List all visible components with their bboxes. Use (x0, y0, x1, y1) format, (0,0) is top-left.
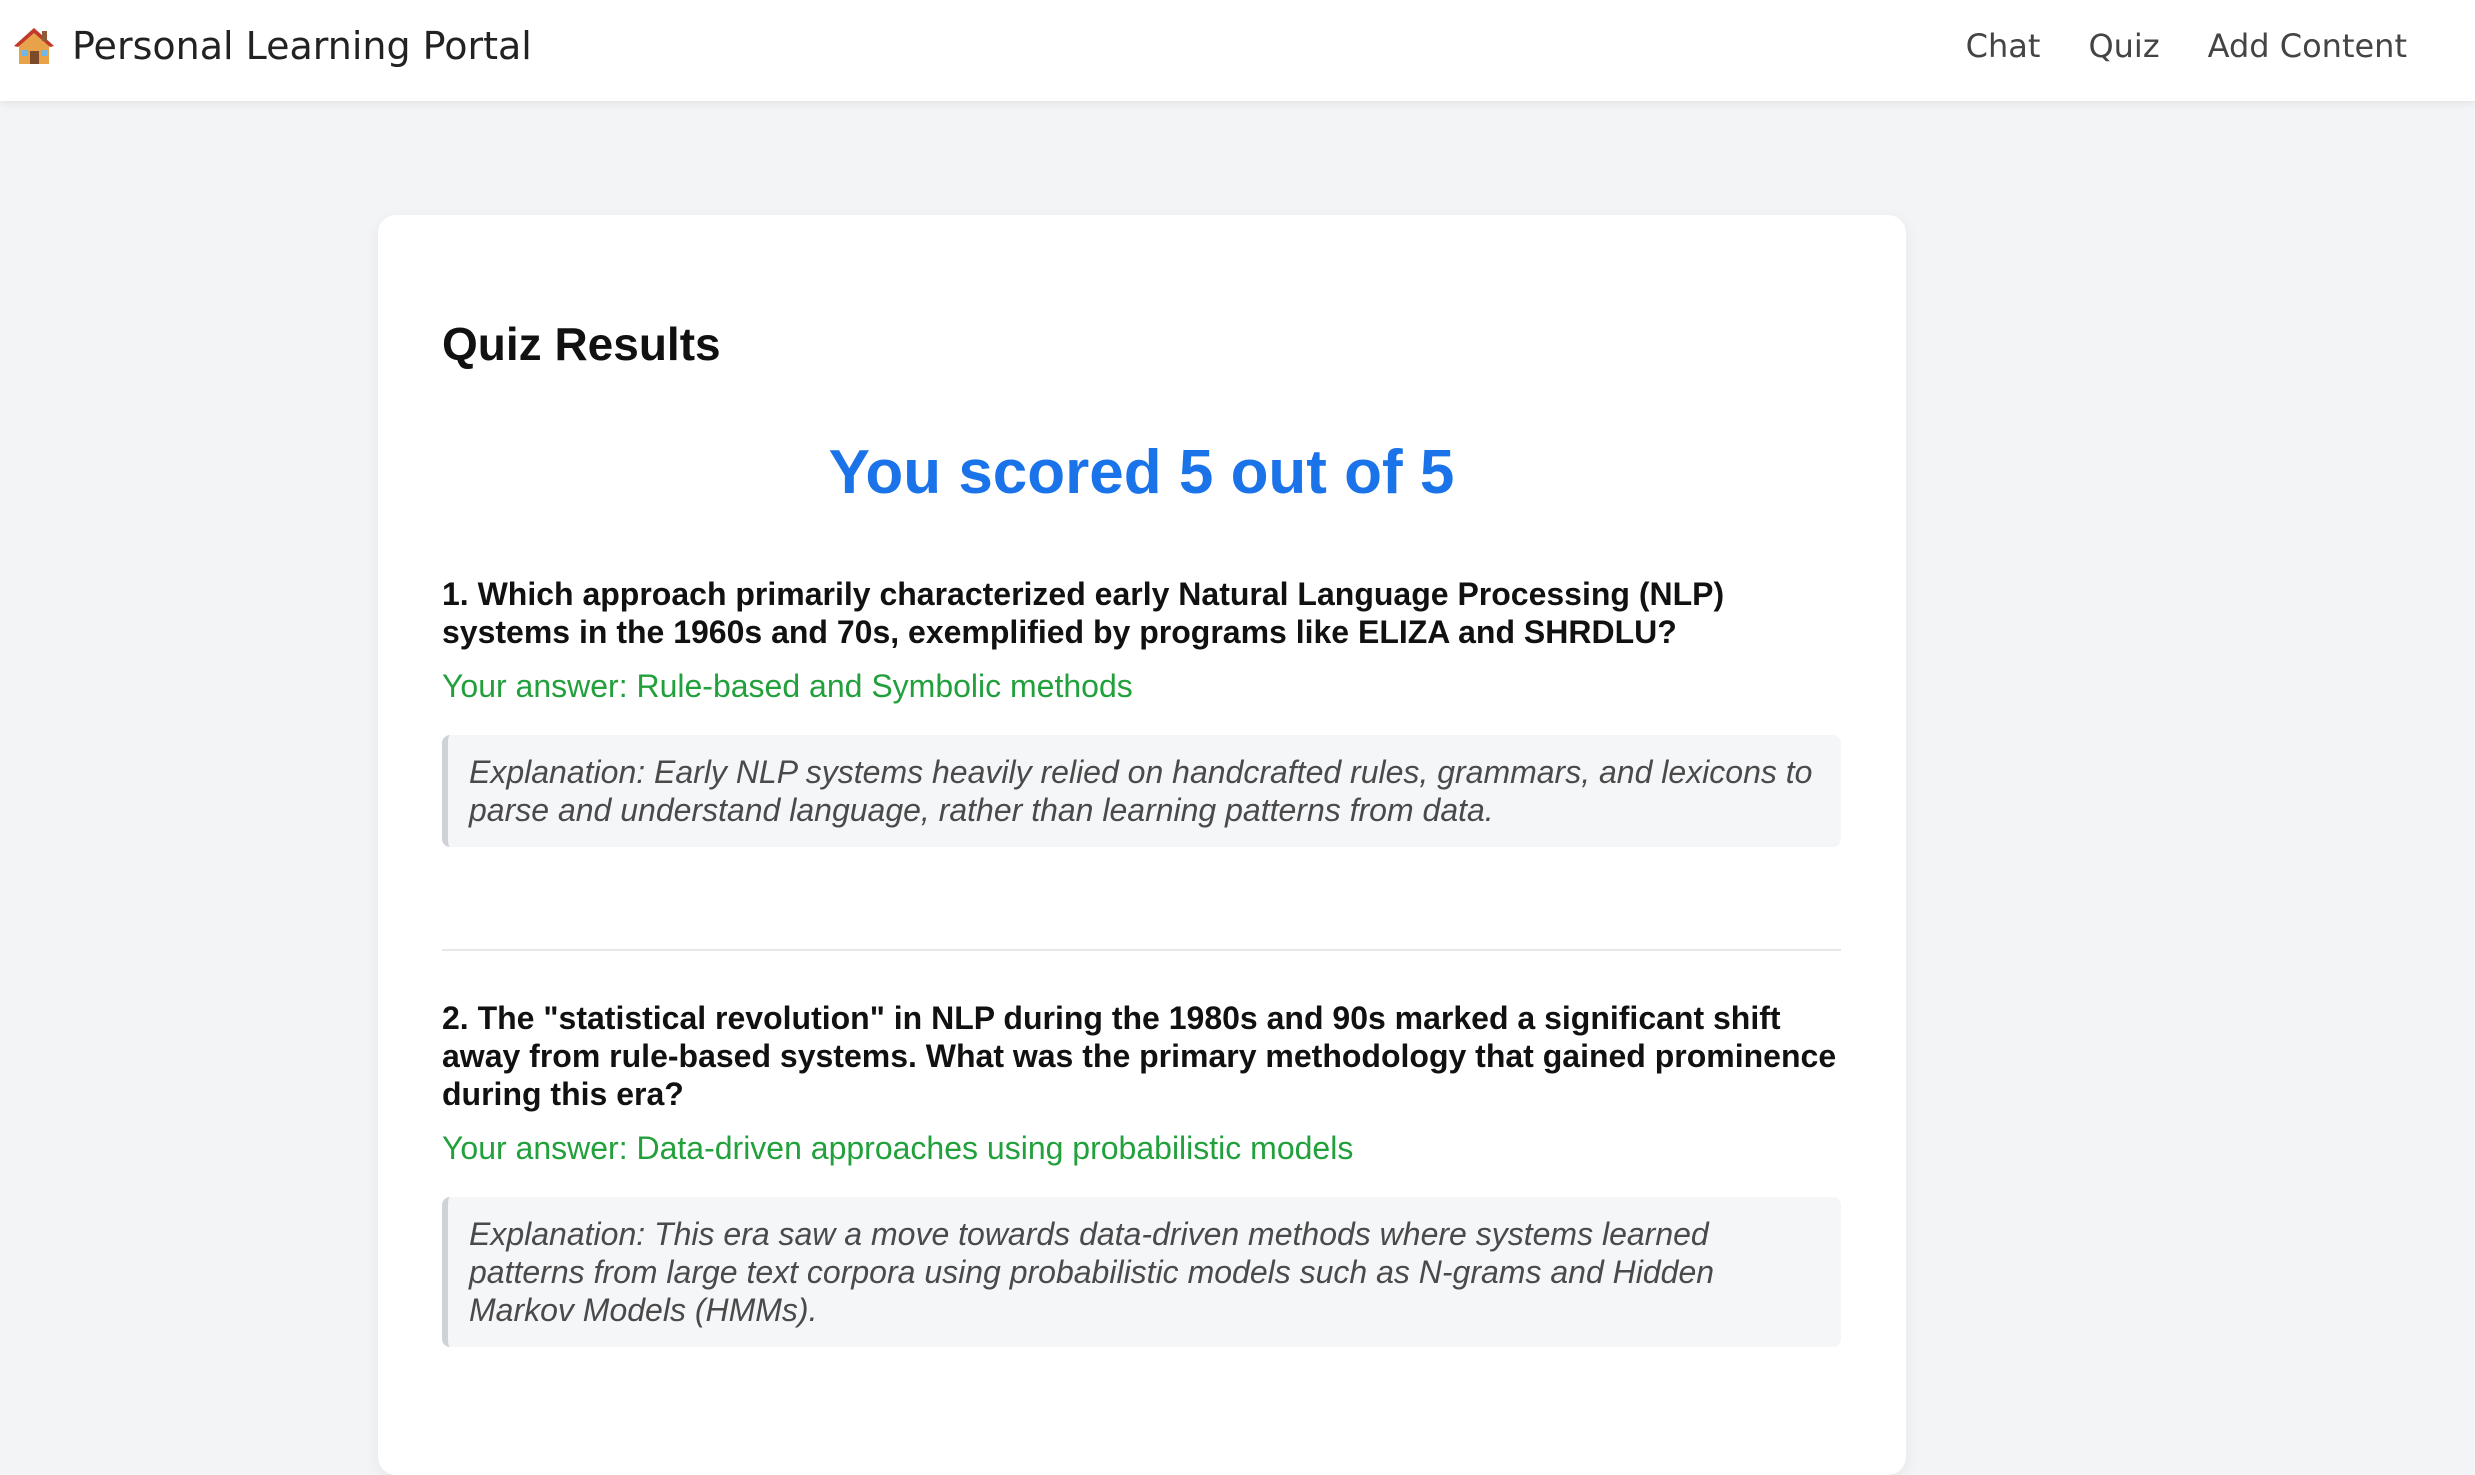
explanation-box: Explanation: Early NLP systems heavily r… (442, 735, 1841, 847)
question-item: 1. Which approach primarily characterize… (442, 575, 1841, 847)
page-title: Quiz Results (442, 318, 721, 370)
score-text: You scored 5 out of 5 (828, 438, 1455, 507)
explanation-box: Explanation: This era saw a move towards… (442, 1197, 1841, 1347)
app-title: Personal Learning Portal (72, 23, 532, 68)
nav-quiz-link[interactable]: Quiz (2088, 27, 2159, 65)
question-item: 2. The "statistical revolution" in NLP d… (442, 999, 1841, 1347)
nav-add-content-link[interactable]: Add Content (2208, 27, 2407, 65)
user-answer: Your answer: Rule-based and Symbolic met… (442, 668, 1133, 704)
house-icon (12, 24, 56, 68)
user-answer: Your answer: Data-driven approaches usin… (442, 1130, 1354, 1166)
quiz-results-card: Quiz Results You scored 5 out of 5 1. Wh… (378, 215, 1906, 1475)
question-text: 1. Which approach primarily characterize… (442, 576, 1725, 650)
question-text: 2. The "statistical revolution" in NLP d… (442, 1000, 1837, 1112)
question-divider (442, 949, 1841, 951)
top-navbar: Personal Learning Portal Chat Quiz Add C… (0, 0, 2475, 101)
brand[interactable]: Personal Learning Portal (12, 0, 532, 91)
nav-chat-link[interactable]: Chat (1966, 27, 2041, 65)
nav-links: Chat Quiz Add Content (1918, 0, 2407, 91)
